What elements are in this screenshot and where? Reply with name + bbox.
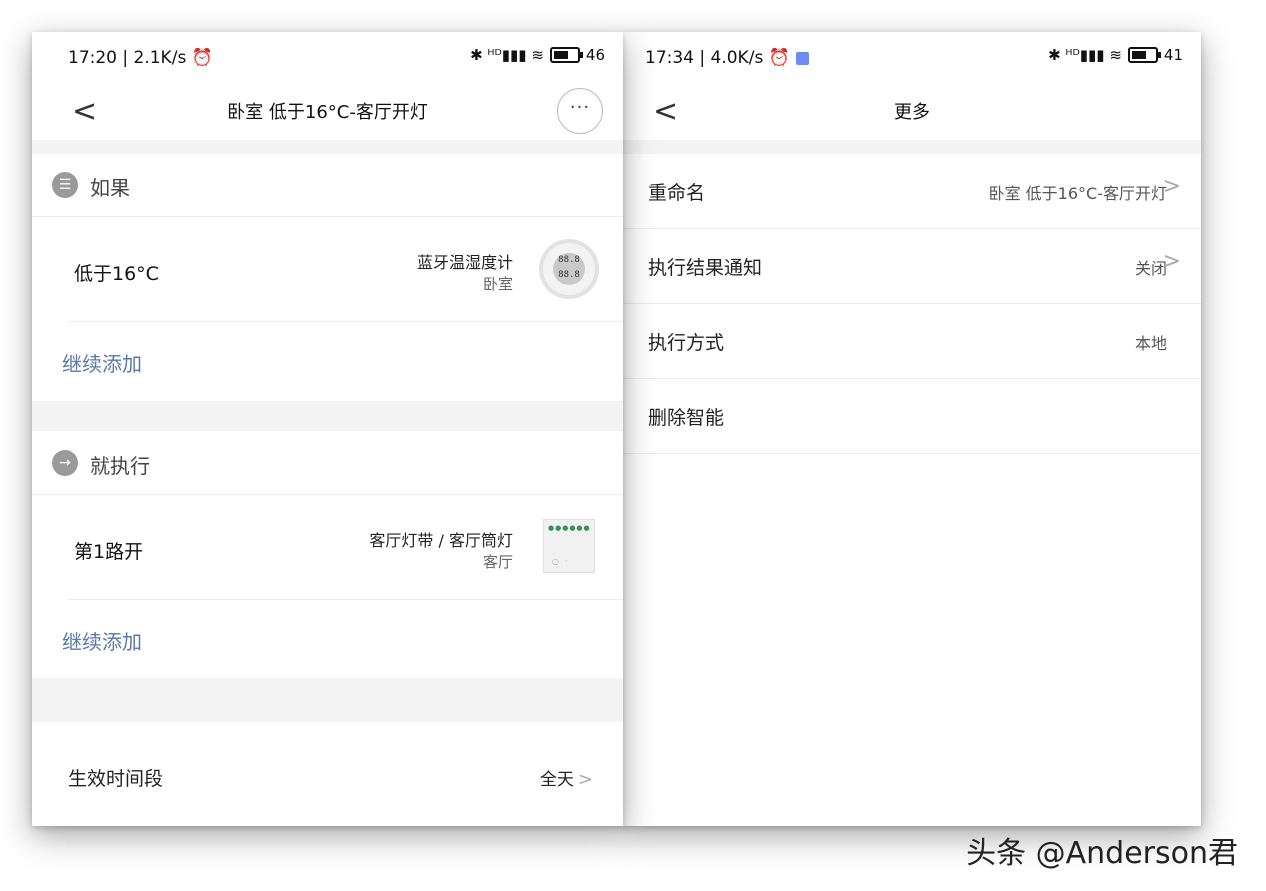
active-period-value-wrap: 全天 > <box>540 765 593 790</box>
sensor-display: 88.8 88.8 <box>553 253 585 285</box>
thermometer-device-icon: 88.8 88.8 <box>539 239 599 299</box>
list-icon: ☰ <box>52 172 78 198</box>
result-notification-label: 执行结果通知 <box>648 257 763 279</box>
signal-icons: ✱ ᴴᴰ▮▮▮ ≋ <box>1048 46 1122 64</box>
switch-device-icon: ●●●●●● ○· <box>543 519 595 573</box>
section-gap <box>623 140 1201 154</box>
delete-automation-label: 删除智能 <box>648 407 725 429</box>
chevron-right-icon: > <box>1162 174 1181 199</box>
execution-mode-value: 本地 <box>1134 334 1167 353</box>
left-phone-screen: 17:20 | 2.1K/s ⏰ ✱ ᴴᴰ▮▮▮ ≋ 46 < 卧室 低于16°… <box>32 32 623 826</box>
status-icons: ✱ ᴴᴰ▮▮▮ ≋ 46 <box>470 46 605 64</box>
condition-room: 卧室 <box>482 275 513 293</box>
status-time: 17:20 | 2.1K/s ⏰ <box>68 48 213 68</box>
result-notification-row[interactable]: 执行结果通知 关闭 > <box>623 229 1201 304</box>
page-title: 卧室 低于16°C-客厅开灯 <box>227 102 428 123</box>
arrow-right-icon: → <box>52 450 78 476</box>
section-gap <box>32 140 623 154</box>
section-gap <box>32 678 623 722</box>
active-period-value: 全天 <box>539 770 574 790</box>
more-options-button[interactable]: ··· <box>557 88 603 134</box>
then-section-label: 就执行 <box>90 454 150 478</box>
then-section-header: → 就执行 <box>32 432 623 494</box>
active-period-row[interactable]: 生效时间段 全天 > <box>32 722 623 826</box>
if-section-header: ☰ 如果 <box>32 154 623 216</box>
rename-row[interactable]: 重命名 卧室 低于16°C-客厅开灯 > <box>623 154 1201 229</box>
divider <box>68 599 623 600</box>
battery-icon <box>1127 47 1161 63</box>
condition-device-name: 蓝牙温湿度计 <box>416 253 513 272</box>
execution-mode-label: 执行方式 <box>648 332 725 354</box>
execution-mode-row[interactable]: 执行方式 本地 <box>623 304 1201 379</box>
action-device-name: 客厅灯带 / 客厅筒灯 <box>369 531 513 550</box>
page-title: 更多 <box>894 102 930 123</box>
condition-text: 低于16°C <box>74 263 159 285</box>
battery-icon <box>549 47 583 63</box>
battery-level: 46 <box>585 46 605 64</box>
action-item[interactable]: 第1路开 客厅灯带 / 客厅筒灯 客厅 ●●●●●● ○· <box>32 495 623 599</box>
add-condition-link[interactable]: 继续添加 <box>62 348 142 377</box>
app-notification-icon <box>795 51 809 65</box>
nav-bar: < 卧室 低于16°C-客厅开灯 ··· <box>32 84 623 140</box>
rename-label: 重命名 <box>648 182 706 204</box>
battery-level: 41 <box>1163 46 1183 64</box>
condition-item[interactable]: 低于16°C 蓝牙温湿度计 卧室 88.8 88.8 <box>32 217 623 321</box>
status-bar: 17:34 | 4.0K/s ⏰ ✱ ᴴᴰ▮▮▮ ≋ 41 <box>623 32 1201 84</box>
status-icons: ✱ ᴴᴰ▮▮▮ ≋ 41 <box>1048 46 1183 64</box>
status-time-wrap: 17:34 | 4.0K/s ⏰ <box>645 48 809 68</box>
active-period-label: 生效时间段 <box>68 768 164 790</box>
divider <box>68 321 623 322</box>
if-section-label: 如果 <box>90 176 130 200</box>
action-room: 客厅 <box>482 553 513 571</box>
action-text: 第1路开 <box>74 541 144 563</box>
signal-icons: ✱ ᴴᴰ▮▮▮ ≋ <box>470 46 544 64</box>
rename-value: 卧室 低于16°C-客厅开灯 <box>988 184 1167 203</box>
status-time: 17:34 | 4.0K/s ⏰ <box>645 48 790 68</box>
add-action-link[interactable]: 继续添加 <box>62 626 142 655</box>
status-bar: 17:20 | 2.1K/s ⏰ ✱ ᴴᴰ▮▮▮ ≋ 46 <box>32 32 623 84</box>
chevron-right-icon: > <box>1162 249 1181 274</box>
section-gap <box>32 401 623 431</box>
switch-led-icon: ●●●●●● <box>548 524 591 532</box>
watermark: 头条 @Anderson君 <box>966 836 1238 871</box>
divider <box>623 453 1201 454</box>
right-phone-screen: 17:34 | 4.0K/s ⏰ ✱ ᴴᴰ▮▮▮ ≋ 41 < 更多 重命名 卧… <box>623 32 1201 826</box>
chevron-right-icon: > <box>577 769 593 790</box>
delete-automation-row[interactable]: 删除智能 <box>623 379 1201 454</box>
switch-dots-icon: ○· <box>552 557 574 566</box>
nav-bar: < 更多 <box>623 84 1201 140</box>
